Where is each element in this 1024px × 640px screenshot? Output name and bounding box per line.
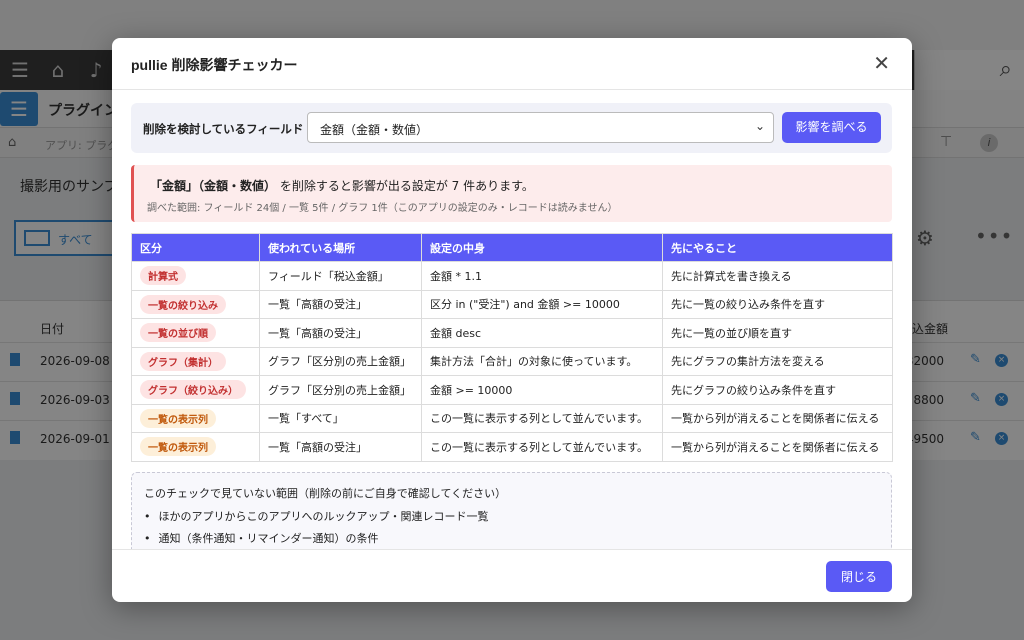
impact-table-body: 計算式 フィールド「税込金額」 金額 * 1.1 先に計算式を書き換える一覧の絞り込み… xyxy=(131,261,893,462)
row-setting: 金額 * 1.1 xyxy=(430,269,482,283)
header-action: 先にやること xyxy=(662,233,893,262)
row-action-cell: 先に計算式を書き換える xyxy=(662,261,893,291)
category-badge: 一覧の表示列 xyxy=(140,437,216,457)
table-row: グラフ（絞り込み） グラフ「区分別の売上金額」 金額 >= 10000 先にグラフの絞… xyxy=(131,375,893,405)
alert-message: 「金額」（金額・数値） を削除すると影響が出る設定が 7 件あります。 xyxy=(150,177,534,194)
header-location: 使われている場所 xyxy=(259,233,422,262)
category-badge: 一覧の絞り込み xyxy=(140,294,226,314)
row-setting-cell: 金額 * 1.1 xyxy=(421,261,663,291)
row-setting: この一覧に表示する列として並んでいます。 xyxy=(430,412,649,426)
row-action: 先にグラフの集計方法を変える xyxy=(671,355,825,369)
row-action: 一覧から列が消えることを関係者に伝える xyxy=(671,412,880,426)
row-category-cell: 一覧の表示列 xyxy=(131,403,260,433)
row-setting: 集計方法「合計」の対象に使っています。 xyxy=(430,355,638,369)
alert-message-post: 件あります。 xyxy=(459,179,534,193)
row-setting-cell: この一覧に表示する列として並んでいます。 xyxy=(421,432,663,462)
row-category-cell: グラフ（絞り込み） xyxy=(131,375,260,405)
row-action: 一覧から列が消えることを関係者に伝える xyxy=(671,440,880,454)
alert-message-pre: を削除すると影響が出る設定が xyxy=(276,179,452,193)
category-badge: グラフ（絞り込み） xyxy=(140,380,246,400)
close-button[interactable]: 閉じる xyxy=(826,561,892,592)
row-action: 先に一覧の並び順を直す xyxy=(671,326,792,340)
row-action: 先に計算式を書き換える xyxy=(671,269,792,283)
row-action-cell: 先にグラフの絞り込み条件を直す xyxy=(662,375,893,405)
row-location: グラフ「区分別の売上金額」 xyxy=(268,383,411,397)
row-action: 先にグラフの絞り込み条件を直す xyxy=(671,383,836,397)
table-row: グラフ（集計） グラフ「区分別の売上金額」 集計方法「合計」の対象に使っています。 先… xyxy=(131,346,893,376)
row-location-cell: 一覧「高額の受注」 xyxy=(259,318,422,348)
alert-field-name: 「金額」（金額・数値） xyxy=(150,179,277,193)
row-location-cell: グラフ「区分別の売上金額」 xyxy=(259,346,422,376)
row-setting-cell: 金額 >= 10000 xyxy=(421,375,663,405)
header-setting: 設定の中身 xyxy=(421,233,663,262)
row-category-cell: 一覧の並び順 xyxy=(131,318,260,348)
row-action-cell: 先に一覧の絞り込み条件を直す xyxy=(662,289,893,319)
impact-table: 区分 使われている場所 設定の中身 先にやること 計算式 フィールド「税込金額」金… xyxy=(131,233,893,462)
notice-list: ほかのアプリからこのアプリへのルックアップ・関連レコード一覧 通知（条件通知・リ… xyxy=(144,508,489,549)
row-action-cell: 先に一覧の並び順を直す xyxy=(662,318,893,348)
category-badge: 一覧の表示列 xyxy=(140,408,216,428)
row-setting-cell: 金額 desc xyxy=(421,318,663,348)
row-location: 一覧「すべて」 xyxy=(268,412,344,426)
field-selector-bar: 削除を検討しているフィールド 金額（金額・数値） ⌄ 影響を調べる xyxy=(131,103,892,153)
notice-title: このチェックで見ていない範囲（削除の前にご自身で確認してください） xyxy=(144,487,507,500)
table-row: 計算式 フィールド「税込金額」 金額 * 1.1 先に計算式を書き換える xyxy=(131,261,893,291)
row-setting: 金額 >= 10000 xyxy=(430,383,513,397)
field-select-value: 金額（金額・数値） xyxy=(320,123,429,137)
row-location-cell: 一覧「すべて」 xyxy=(259,403,422,433)
row-location: グラフ「区分別の売上金額」 xyxy=(268,355,411,369)
table-row: 一覧の表示列 一覧「高額の受注」 この一覧に表示する列として並んでいます。 一覧から列… xyxy=(131,432,893,462)
notice-item: ほかのアプリからこのアプリへのルックアップ・関連レコード一覧 xyxy=(144,508,489,524)
category-badge: 計算式 xyxy=(140,266,186,286)
table-row: 一覧の絞り込み 一覧「高額の受注」 区分 in ("受注") and 金額 >= 1… xyxy=(131,289,893,319)
check-impact-button[interactable]: 影響を調べる xyxy=(782,112,881,143)
row-setting: 金額 desc xyxy=(430,326,482,340)
impact-checker-modal: pullie 削除影響チェッカー ✕ 削除を検討しているフィールド 金額（金額・… xyxy=(112,38,912,602)
header-category: 区分 xyxy=(131,233,260,262)
chevron-down-icon: ⌄ xyxy=(754,119,765,133)
row-setting-cell: この一覧に表示する列として並んでいます。 xyxy=(421,403,663,433)
alert-scope: 調べた範囲: フィールド 24個 / 一覧 5件 / グラフ 1件（このアプリの… xyxy=(147,203,618,214)
category-badge: 一覧の並び順 xyxy=(140,323,216,343)
close-icon[interactable]: ✕ xyxy=(873,52,890,74)
table-header-row: 区分 使われている場所 設定の中身 先にやること xyxy=(131,233,893,262)
row-location: 一覧「高額の受注」 xyxy=(268,326,367,340)
modal-footer: 閉じる xyxy=(112,549,912,602)
row-location-cell: フィールド「税込金額」 xyxy=(259,261,422,291)
table-row: 一覧の表示列 一覧「すべて」 この一覧に表示する列として並んでいます。 一覧から列が消… xyxy=(131,403,893,433)
row-action-cell: 一覧から列が消えることを関係者に伝える xyxy=(662,432,893,462)
row-setting: 区分 in ("受注") and 金額 >= 10000 xyxy=(430,298,620,312)
unchecked-scope-notice: このチェックで見ていない範囲（削除の前にご自身で確認してください） ほかのアプリ… xyxy=(131,472,892,549)
table-row: 一覧の並び順 一覧「高額の受注」 金額 desc 先に一覧の並び順を直す xyxy=(131,318,893,348)
modal-body: 削除を検討しているフィールド 金額（金額・数値） ⌄ 影響を調べる 「金額」（金… xyxy=(112,91,912,549)
notice-item: 通知（条件通知・リマインダー通知）の条件 xyxy=(144,530,489,546)
row-location-cell: 一覧「高額の受注」 xyxy=(259,289,422,319)
row-location: 一覧「高額の受注」 xyxy=(268,298,367,312)
row-category-cell: 一覧の表示列 xyxy=(131,432,260,462)
row-action-cell: 先にグラフの集計方法を変える xyxy=(662,346,893,376)
impact-alert: 「金額」（金額・数値） を削除すると影響が出る設定が 7 件あります。 調べた範… xyxy=(131,165,892,222)
modal-title: pullie 削除影響チェッカー xyxy=(131,57,298,73)
row-setting-cell: 集計方法「合計」の対象に使っています。 xyxy=(421,346,663,376)
row-location: 一覧「高額の受注」 xyxy=(268,440,367,454)
row-category-cell: 計算式 xyxy=(131,261,260,291)
row-location-cell: 一覧「高額の受注」 xyxy=(259,432,422,462)
row-category-cell: グラフ（集計） xyxy=(131,346,260,376)
row-location-cell: グラフ「区分別の売上金額」 xyxy=(259,375,422,405)
row-category-cell: 一覧の絞り込み xyxy=(131,289,260,319)
row-setting-cell: 区分 in ("受注") and 金額 >= 10000 xyxy=(421,289,663,319)
row-action-cell: 一覧から列が消えることを関係者に伝える xyxy=(662,403,893,433)
field-label: 削除を検討しているフィールド xyxy=(143,122,304,136)
field-select[interactable]: 金額（金額・数値） ⌄ xyxy=(307,112,774,143)
modal-header: pullie 削除影響チェッカー ✕ xyxy=(112,38,912,90)
category-badge: グラフ（集計） xyxy=(140,351,226,371)
row-action: 先に一覧の絞り込み条件を直す xyxy=(671,298,825,312)
row-location: フィールド「税込金額」 xyxy=(268,269,389,283)
row-setting: この一覧に表示する列として並んでいます。 xyxy=(430,440,649,454)
